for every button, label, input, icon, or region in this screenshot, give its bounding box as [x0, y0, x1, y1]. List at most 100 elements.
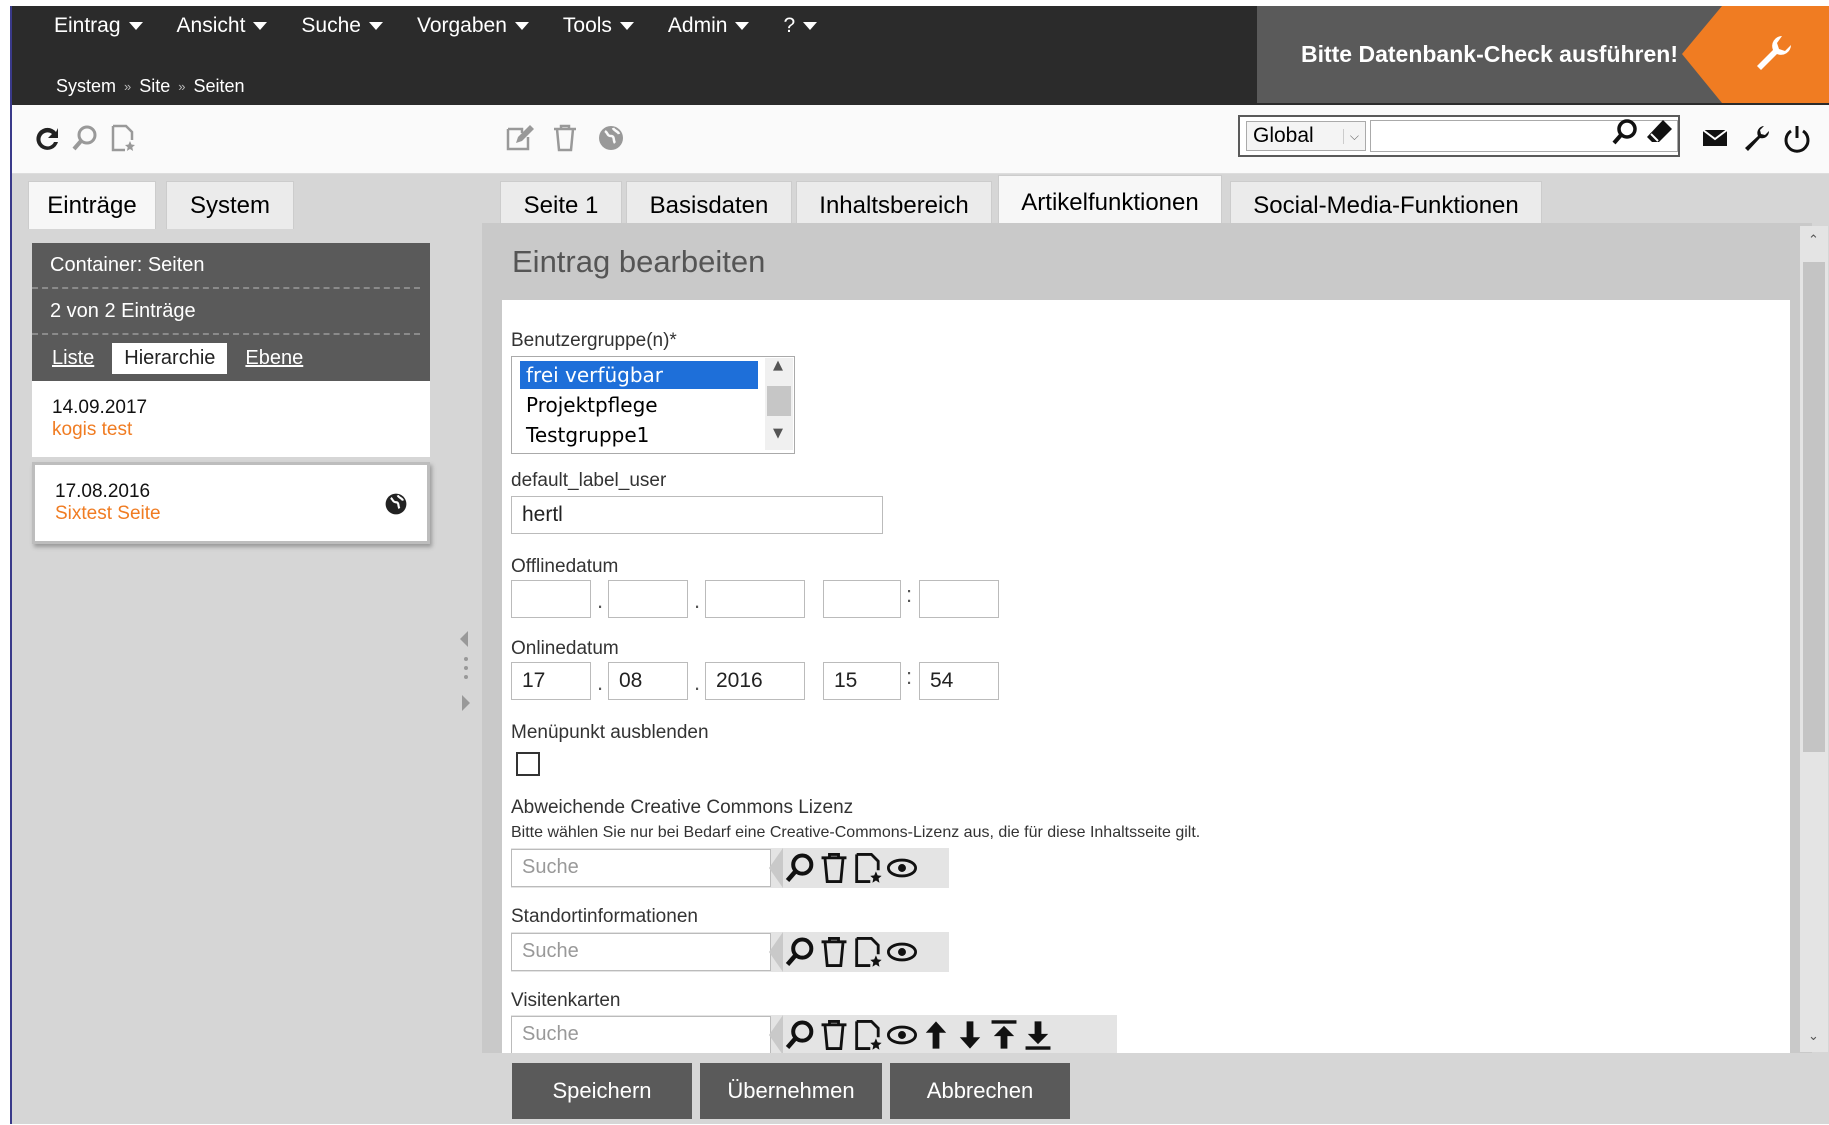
page-title: Eintrag bearbeiten	[512, 244, 766, 279]
online-year-field[interactable]: 2016	[705, 662, 805, 700]
entry-title: Sixtest Seite	[55, 503, 161, 524]
offline-day-field[interactable]	[511, 580, 591, 618]
scroll-thumb[interactable]	[1803, 262, 1825, 752]
container-name: Container: Seiten	[32, 243, 420, 289]
apply-button[interactable]: Übernehmen	[700, 1063, 882, 1119]
form-scrollbar[interactable]: ⌃ ⌄	[1800, 226, 1828, 1052]
menu-suche[interactable]: Suche	[301, 14, 383, 38]
tab-seite-1[interactable]: Seite 1	[500, 181, 622, 229]
new-document-icon[interactable]	[851, 851, 885, 885]
date-separator: .	[694, 670, 701, 695]
chevron-down-icon	[619, 22, 634, 30]
view-tabs: Liste Hierarchie Ebene	[32, 335, 430, 381]
tab-social-media[interactable]: Social-Media-Funktionen	[1230, 181, 1542, 229]
eraser-icon[interactable]	[1645, 117, 1675, 147]
menu-eintrag[interactable]: Eintrag	[54, 14, 143, 38]
wrench-icon[interactable]	[1742, 123, 1772, 153]
globe-icon[interactable]	[596, 123, 626, 153]
listbox-option[interactable]: Projektpflege	[526, 391, 658, 419]
new-document-icon[interactable]	[851, 935, 885, 969]
view-tab-hierarchie[interactable]: Hierarchie	[112, 342, 228, 374]
tab-basisdaten[interactable]: Basisdaten	[626, 181, 792, 229]
arrow-down-icon[interactable]	[953, 1018, 987, 1052]
view-tab-ebene[interactable]: Ebene	[241, 343, 307, 374]
search-scope-select[interactable]: Global ⌵	[1246, 121, 1366, 151]
menu-hide-checkbox[interactable]	[516, 752, 540, 776]
chevron-up-icon[interactable]: ⌃	[1808, 232, 1819, 248]
refresh-icon[interactable]	[32, 123, 62, 153]
tab-artikelfunktionen[interactable]: Artikelfunktionen	[998, 175, 1222, 229]
menu-tools[interactable]: Tools	[563, 14, 634, 38]
tab-eintraege[interactable]: Einträge	[28, 181, 156, 229]
search-icon[interactable]	[70, 123, 100, 153]
offline-year-field[interactable]	[705, 580, 805, 618]
search-icon[interactable]	[783, 935, 817, 969]
eye-icon[interactable]	[885, 935, 919, 969]
search-icon[interactable]	[783, 1018, 817, 1052]
listbox-scroll-thumb[interactable]	[767, 386, 791, 416]
chevron-down-icon: ⌵	[1342, 128, 1359, 144]
menu-vorgaben[interactable]: Vorgaben	[417, 14, 529, 38]
online-hour-field[interactable]: 15	[823, 662, 901, 700]
menu-admin[interactable]: Admin	[668, 14, 750, 38]
arrow-up-icon[interactable]	[919, 1018, 953, 1052]
db-check-warning[interactable]: Bitte Datenbank-Check ausführen!	[1257, 6, 1722, 103]
edit-icon[interactable]	[504, 123, 534, 153]
listbox-scrollbar[interactable]: ▲ ▼	[765, 358, 793, 450]
list-header: Container: Seiten 2 von 2 Einträge Liste…	[32, 243, 430, 381]
listbox-option-selected[interactable]: frei verfügbar	[520, 361, 758, 389]
cancel-button[interactable]: Abbrechen	[890, 1063, 1070, 1119]
menu-help[interactable]: ?	[783, 14, 818, 38]
move-to-bottom-icon[interactable]	[1021, 1018, 1055, 1052]
chevron-down-icon	[253, 22, 268, 30]
chevron-down-icon	[368, 22, 383, 30]
usergroups-label: Benutzergruppe(n)*	[511, 330, 677, 351]
power-icon[interactable]	[1782, 123, 1812, 153]
offline-month-field[interactable]	[608, 580, 688, 618]
online-day-field[interactable]: 17	[511, 662, 591, 700]
usergroups-listbox[interactable]: frei verfügbar Projektpflege Testgruppe1…	[511, 356, 795, 454]
new-document-icon[interactable]	[851, 1018, 885, 1052]
tab-system[interactable]: System	[166, 181, 294, 229]
breadcrumb-item[interactable]: Seiten	[194, 76, 245, 97]
menu-hide-label: Menüpunkt ausblenden	[511, 722, 709, 743]
chevron-down-icon[interactable]: ▼	[773, 426, 783, 441]
online-month-field[interactable]: 08	[608, 662, 688, 700]
listbox-option[interactable]: Testgruppe1	[526, 421, 649, 449]
eye-icon[interactable]	[885, 1018, 919, 1052]
trash-icon[interactable]	[817, 1018, 851, 1052]
breadcrumb-separator-icon: »	[178, 79, 186, 94]
online-minute-field[interactable]: 54	[919, 662, 999, 700]
trash-icon[interactable]	[817, 851, 851, 885]
breadcrumb-item[interactable]: System	[56, 76, 116, 97]
list-item[interactable]: 14.09.2017 kogis test	[32, 381, 430, 460]
user-field[interactable]: hertl	[511, 496, 883, 534]
location-search-input[interactable]: Suche	[511, 933, 771, 971]
list-item[interactable]: 17.08.2016 Sixtest Seite	[32, 462, 430, 544]
main-menu: Eintrag Ansicht Suche Vorgaben Tools Adm…	[54, 14, 851, 38]
cards-search-input[interactable]: Suche	[511, 1016, 771, 1054]
save-button[interactable]: Speichern	[512, 1063, 692, 1119]
trash-icon[interactable]	[817, 935, 851, 969]
move-to-top-icon[interactable]	[987, 1018, 1021, 1052]
menu-ansicht[interactable]: Ansicht	[177, 14, 268, 38]
eye-icon[interactable]	[885, 851, 919, 885]
db-check-button[interactable]	[1682, 6, 1829, 103]
entry-date: 14.09.2017	[52, 397, 148, 418]
search-icon[interactable]	[1610, 117, 1640, 147]
search-scope-value: Global	[1253, 124, 1314, 147]
search-icon[interactable]	[783, 851, 817, 885]
breadcrumb-item[interactable]: Site	[139, 76, 170, 97]
mail-icon[interactable]	[1700, 123, 1730, 153]
tab-inhaltsbereich[interactable]: Inhaltsbereich	[796, 181, 992, 229]
offline-hour-field[interactable]	[823, 580, 901, 618]
chevron-up-icon[interactable]: ▲	[773, 358, 783, 373]
trash-icon[interactable]	[550, 123, 580, 153]
view-tab-liste[interactable]: Liste	[48, 343, 98, 374]
chevron-down-icon[interactable]: ⌄	[1808, 1028, 1819, 1044]
cc-license-label: Abweichende Creative Commons Lizenz	[511, 797, 854, 818]
new-document-icon[interactable]	[108, 123, 138, 153]
offline-minute-field[interactable]	[919, 580, 999, 618]
app-window: Eintrag Ansicht Suche Vorgaben Tools Adm…	[10, 6, 1829, 1124]
cc-search-input[interactable]: Suche	[511, 849, 771, 887]
